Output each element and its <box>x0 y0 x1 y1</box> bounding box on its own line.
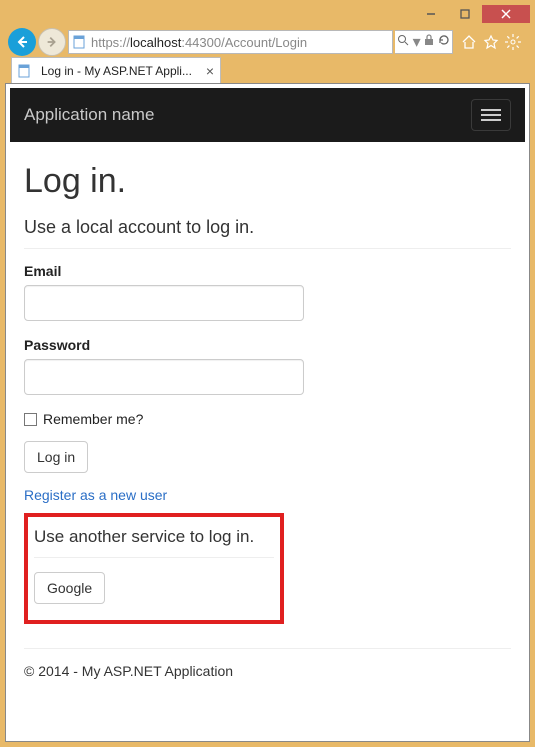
email-field[interactable] <box>24 285 304 321</box>
footer-text: © 2014 - My ASP.NET Application <box>24 663 511 679</box>
tab-title: Log in - My ASP.NET Appli... <box>41 64 192 78</box>
address-bar[interactable]: https://localhost:44300/Account/Login <box>68 30 393 54</box>
close-button[interactable] <box>482 5 530 23</box>
address-bar-controls: ▾ <box>395 30 453 54</box>
local-login-subhead: Use a local account to log in. <box>24 217 511 249</box>
url-port: :44300 <box>181 35 221 50</box>
maximize-button[interactable] <box>448 5 482 23</box>
app-brand[interactable]: Application name <box>24 105 154 125</box>
refresh-icon[interactable] <box>438 33 450 51</box>
favorites-icon[interactable] <box>483 34 499 50</box>
window-title-bar <box>5 5 530 27</box>
email-label: Email <box>24 263 511 279</box>
password-field[interactable] <box>24 359 304 395</box>
url-path: /Account/Login <box>221 35 307 50</box>
register-link[interactable]: Register as a new user <box>24 487 167 503</box>
settings-icon[interactable] <box>505 34 521 50</box>
minimize-button[interactable] <box>414 5 448 23</box>
forward-button[interactable] <box>38 28 66 56</box>
home-icon[interactable] <box>461 34 477 50</box>
browser-tab[interactable]: Log in - My ASP.NET Appli... × <box>11 57 221 83</box>
url-scheme: https:// <box>91 35 130 50</box>
tab-close-icon[interactable]: × <box>206 63 214 79</box>
external-login-subhead: Use another service to log in. <box>34 527 274 558</box>
search-icon[interactable] <box>397 33 409 51</box>
remember-label: Remember me? <box>43 411 143 427</box>
page-title: Log in. <box>24 162 511 201</box>
password-label: Password <box>24 337 511 353</box>
menu-toggle-button[interactable] <box>471 99 511 131</box>
lock-icon[interactable] <box>424 33 434 51</box>
external-login-section: Use another service to log in. Google <box>24 513 284 624</box>
page-icon <box>18 64 32 78</box>
google-login-button[interactable]: Google <box>34 572 105 604</box>
url-host: localhost <box>130 35 181 50</box>
remember-checkbox[interactable] <box>24 413 37 426</box>
page-icon <box>73 35 87 49</box>
back-button[interactable] <box>8 28 36 56</box>
footer-divider <box>24 648 511 649</box>
login-button[interactable]: Log in <box>24 441 88 473</box>
